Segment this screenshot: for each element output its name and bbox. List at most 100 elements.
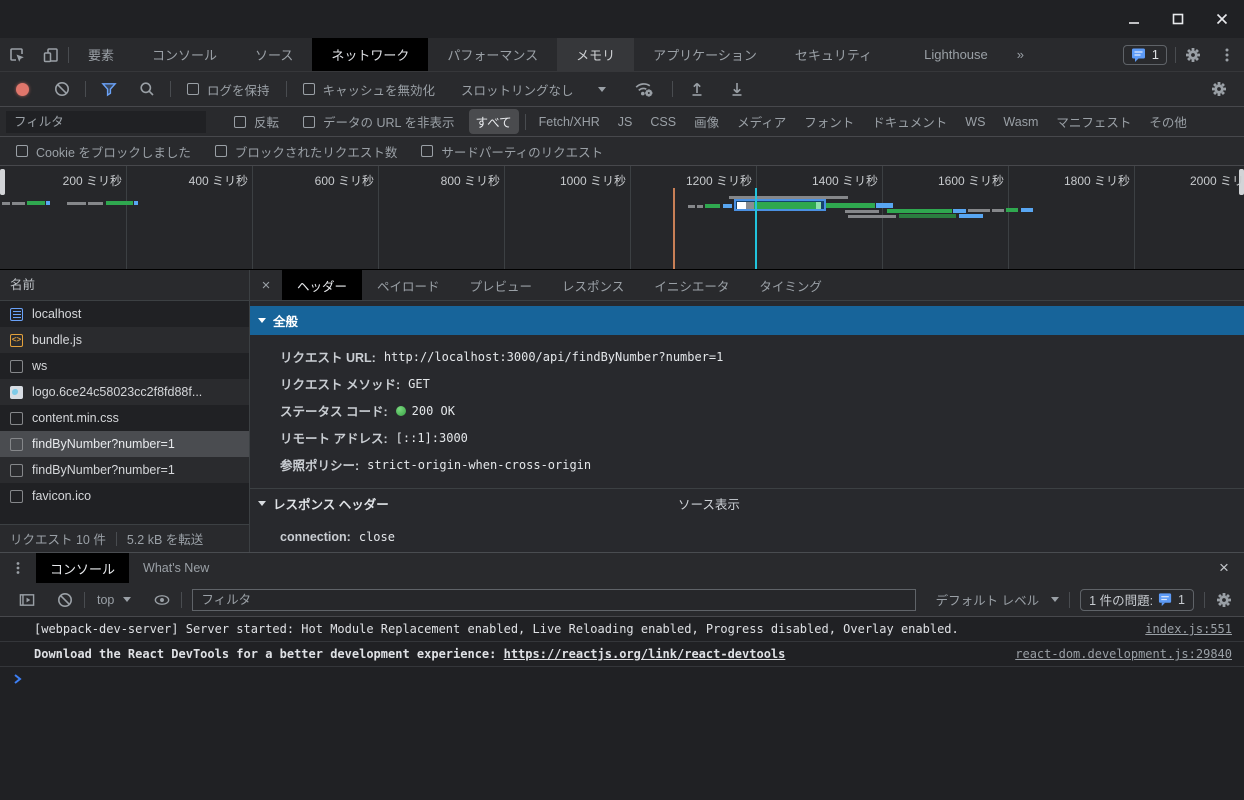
filter-type-img[interactable]: 画像 (687, 109, 726, 134)
blocked-requests-checkbox[interactable]: ブロックされたリクエスト数 (215, 142, 398, 161)
tab-lighthouse[interactable]: Lighthouse (905, 38, 1007, 71)
tab-initiator[interactable]: イニシエータ (639, 270, 744, 300)
log-level-dropdown[interactable]: デフォルト レベル (936, 590, 1059, 609)
console-prompt[interactable] (0, 667, 1244, 691)
settings-gear-icon[interactable] (1176, 38, 1210, 71)
more-tabs-button[interactable]: » (1007, 38, 1034, 71)
export-har-icon[interactable] (729, 81, 745, 97)
request-row-bundle[interactable]: <>bundle.js (0, 327, 249, 353)
issues-bubble-icon (1131, 47, 1147, 63)
column-header-name[interactable]: 名前 (0, 270, 249, 301)
response-headers-section-header[interactable]: レスポンス ヘッダーソース表示 (250, 488, 1244, 517)
overview-time-label: 1800 ミリ秒 (1008, 172, 1130, 189)
filter-funnel-icon[interactable] (101, 81, 117, 97)
window-minimize-button[interactable] (1126, 11, 1142, 27)
network-conditions-icon[interactable] (634, 81, 654, 97)
search-icon[interactable] (139, 81, 155, 97)
import-har-icon[interactable] (689, 81, 705, 97)
filter-type-js[interactable]: JS (611, 112, 640, 132)
filter-type-media[interactable]: メディア (730, 109, 793, 134)
header-value: GET (408, 377, 430, 391)
throttling-dropdown[interactable]: スロットリングなし (461, 80, 606, 99)
message-source-link[interactable]: react-dom.development.js:29840 (1015, 647, 1232, 661)
filter-type-css[interactable]: CSS (643, 112, 683, 132)
issues-counter-button[interactable]: 1 (1123, 45, 1167, 65)
context-selector[interactable]: top (97, 593, 131, 607)
drawer-tab-console[interactable]: コンソール (36, 553, 129, 583)
record-button[interactable] (16, 83, 29, 96)
details-tab-bar: × ヘッダー ペイロード プレビュー レスポンス イニシエータ タイミング (250, 270, 1244, 301)
request-name: logo.6ce24c58023cc2f8fd88f... (32, 385, 202, 399)
console-filter-input[interactable] (192, 589, 915, 611)
filter-type-ws[interactable]: WS (958, 112, 992, 132)
clear-network-log-icon[interactable] (54, 81, 70, 97)
message-source-link[interactable]: index.js:551 (1145, 622, 1232, 636)
disable-cache-checkbox[interactable]: キャッシュを無効化 (303, 80, 436, 99)
message-link[interactable]: https://reactjs.org/link/react-devtools (504, 647, 786, 661)
preserve-log-checkbox[interactable]: ログを保持 (187, 80, 270, 99)
tab-response[interactable]: レスポンス (547, 270, 639, 300)
network-settings-gear-icon[interactable] (1211, 81, 1227, 97)
filter-type-fetch[interactable]: Fetch/XHR (532, 112, 607, 132)
tab-security[interactable]: セキュリティ (776, 38, 891, 71)
filter-type-manifest[interactable]: マニフェスト (1049, 109, 1138, 134)
tab-preview[interactable]: プレビュー (455, 270, 548, 300)
tab-performance[interactable]: パフォーマンス (428, 38, 557, 71)
kebab-menu-icon[interactable] (1210, 38, 1244, 71)
tab-network[interactable]: ネットワーク (312, 38, 428, 71)
device-toolbar-icon[interactable] (34, 38, 68, 71)
selected-request-waterfall-bar[interactable] (734, 199, 826, 211)
drawer-kebab-menu-icon[interactable] (0, 553, 36, 583)
waterfall-bar (1006, 208, 1018, 212)
generic-file-icon (10, 464, 23, 477)
request-row-css[interactable]: content.min.css (0, 405, 249, 431)
blocked-requests-label: ブロックされたリクエスト数 (235, 142, 398, 161)
tab-console[interactable]: コンソール (133, 38, 236, 71)
blocked-cookies-checkbox[interactable]: Cookie をブロックしました (16, 142, 191, 161)
request-row-findbynumber[interactable]: findByNumber?number=1 (0, 457, 249, 483)
network-overview[interactable]: 200 ミリ秒400 ミリ秒600 ミリ秒800 ミリ秒1000 ミリ秒1200… (0, 166, 1244, 270)
filter-type-other[interactable]: その他 (1142, 109, 1194, 134)
third-party-checkbox[interactable]: サードパーティのリクエスト (421, 142, 603, 161)
request-row-ws[interactable]: ws (0, 353, 249, 379)
close-drawer-icon[interactable]: × (1204, 553, 1244, 583)
tab-timing[interactable]: タイミング (744, 270, 837, 300)
request-name: content.min.css (32, 411, 119, 425)
console-sidebar-icon[interactable] (19, 592, 35, 608)
filter-type-all[interactable]: すべて (469, 109, 519, 134)
view-source-button[interactable]: ソース表示 (678, 494, 740, 513)
tab-payload[interactable]: ペイロード (362, 270, 455, 300)
general-section-header[interactable]: 全般 (250, 306, 1244, 335)
filter-type-wasm[interactable]: Wasm (996, 112, 1045, 132)
filter-type-doc[interactable]: ドキュメント (865, 109, 954, 134)
hide-data-urls-checkbox[interactable]: データの URL を非表示 (303, 112, 455, 131)
tab-application[interactable]: アプリケーション (634, 38, 776, 71)
tab-memory[interactable]: メモリ (557, 38, 634, 71)
inspect-element-icon[interactable] (0, 38, 34, 71)
header-line-request-url: リクエスト URL:http://localhost:3000/api/find… (250, 343, 1244, 370)
drawer-tab-whats-new[interactable]: What's New (129, 553, 223, 583)
request-row-localhost[interactable]: localhost (0, 301, 249, 327)
checkbox (187, 83, 199, 95)
request-row-logo[interactable]: logo.6ce24c58023cc2f8fd88f... (0, 379, 249, 405)
console-settings-gear-icon[interactable] (1216, 592, 1232, 608)
tab-elements[interactable]: 要素 (69, 38, 133, 71)
window-maximize-button[interactable] (1170, 11, 1186, 27)
invert-checkbox[interactable]: 反転 (234, 112, 279, 131)
close-details-icon[interactable]: × (250, 270, 282, 300)
tab-sources[interactable]: ソース (236, 38, 312, 71)
live-expression-eye-icon[interactable] (154, 592, 170, 608)
filter-type-font[interactable]: フォント (797, 109, 861, 134)
header-line-request-method: リクエスト メソッド:GET (250, 370, 1244, 397)
issues-button[interactable]: 1 件の問題: 1 (1080, 589, 1194, 611)
script-file-icon: <> (10, 334, 23, 347)
overview-time-label: 200 ミリ秒 (0, 172, 122, 189)
tab-headers[interactable]: ヘッダー (282, 270, 362, 300)
log-level-value: デフォルト レベル (936, 590, 1039, 609)
request-row-favicon[interactable]: favicon.ico (0, 483, 249, 509)
request-row-findbynumber-selected[interactable]: findByNumber?number=1 (0, 431, 249, 457)
clear-console-icon[interactable] (57, 592, 73, 608)
window-close-button[interactable] (1214, 11, 1230, 27)
triangle-down-icon (258, 501, 266, 506)
network-filter-input[interactable] (6, 111, 206, 133)
